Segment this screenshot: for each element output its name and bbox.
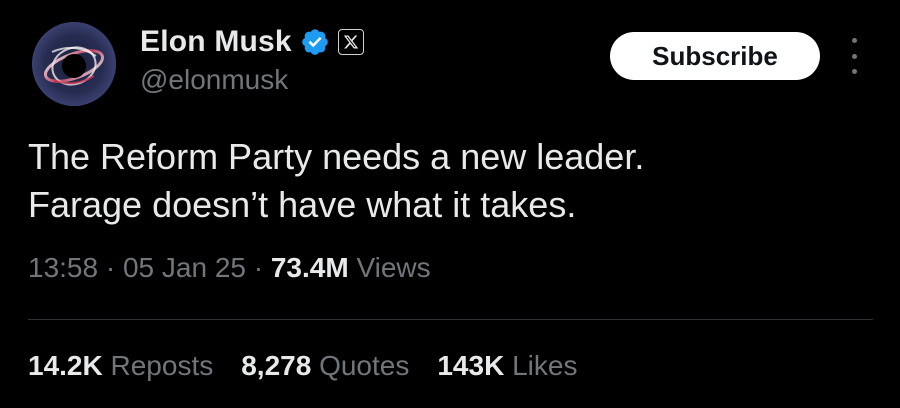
- author-name-row: Elon Musk: [140, 22, 364, 62]
- reposts-count: 14.2K: [28, 350, 103, 381]
- more-dot: [851, 53, 857, 59]
- tweet-date[interactable]: 05 Jan 25: [123, 252, 246, 283]
- more-dot: [851, 38, 857, 43]
- quotes-count: 8,278: [241, 350, 312, 381]
- tweet-text-line: Farage doesn’t have what it takes.: [28, 184, 577, 225]
- reposts-label: Reposts: [110, 350, 214, 381]
- reposts-stat[interactable]: 14.2K Reposts: [28, 350, 213, 382]
- verified-badge-icon[interactable]: [300, 27, 330, 57]
- quotes-label: Quotes: [319, 350, 410, 381]
- divider: [28, 319, 873, 320]
- meta-separator: ·: [253, 252, 264, 283]
- views-label: Views: [356, 252, 431, 283]
- likes-count: 143K: [437, 350, 505, 381]
- tweet-meta: 13:58 · 05 Jan 25 · 73.4M Views: [28, 252, 431, 284]
- author-handle[interactable]: @elonmusk: [140, 64, 288, 96]
- engagement-stats: 14.2K Reposts 8,278 Quotes 143K Likes: [28, 350, 577, 382]
- tweet-card: Elon Musk @elonmusk Subscribe The Reform…: [0, 0, 900, 408]
- likes-stat[interactable]: 143K Likes: [437, 350, 577, 382]
- views-count[interactable]: 73.4M: [271, 252, 349, 283]
- subscribe-button[interactable]: Subscribe: [610, 32, 820, 80]
- meta-separator: ·: [105, 252, 116, 283]
- tweet-text-line: The Reform Party needs a new leader.: [28, 136, 645, 177]
- x-logo-icon[interactable]: [337, 29, 364, 55]
- quotes-stat[interactable]: 8,278 Quotes: [241, 350, 409, 382]
- tweet-text: The Reform Party needs a new leader. Far…: [28, 133, 868, 229]
- likes-label: Likes: [512, 350, 578, 381]
- tweet-time[interactable]: 13:58: [28, 252, 98, 283]
- more-dot: [851, 69, 857, 74]
- black-hole-avatar-image: [32, 22, 116, 106]
- avatar[interactable]: [32, 22, 116, 106]
- more-vertical-icon[interactable]: [842, 38, 866, 74]
- display-name[interactable]: Elon Musk: [140, 25, 292, 59]
